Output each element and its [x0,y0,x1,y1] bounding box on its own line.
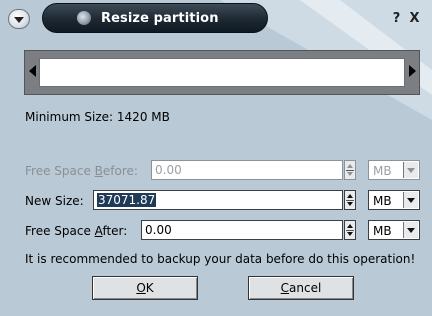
partition-slider[interactable] [24,50,420,95]
new-size-spinner[interactable] [344,190,356,210]
dialog-body: Minimum Size: 1420 MB Free Space Before:… [0,36,432,316]
free-space-after-label: Free Space After: [25,224,128,238]
spin-down-icon [347,172,353,176]
title-bar[interactable]: Resize partition ? X [0,0,432,36]
dropdown-arrow-icon [407,198,415,203]
spin-up-icon [347,194,353,198]
right-resize-handle-icon[interactable] [409,65,416,77]
partition-bar [39,58,405,87]
chevron-down-icon [14,17,24,23]
window-title: Resize partition [101,10,219,26]
new-size-unit-select[interactable]: MB [368,190,420,210]
new-size-value: 37071.87 [97,193,157,207]
new-size-input[interactable]: 37071.87 [93,190,343,210]
left-resize-handle-icon[interactable] [29,65,36,77]
free-space-before-unit-select[interactable]: MB [368,160,420,180]
spin-down-icon [347,202,353,206]
dropdown-arrow-icon [407,168,415,173]
spin-up-icon [347,224,353,228]
dropdown-arrow-icon [407,228,415,233]
ok-button[interactable]: OK [92,276,198,300]
spin-up-icon [347,164,353,168]
app-icon [77,11,91,25]
title-pill[interactable]: Resize partition [42,3,268,33]
new-size-label: New Size: [25,194,84,208]
minimum-size-label: Minimum Size: 1420 MB [25,110,170,124]
free-space-after-spinner[interactable] [344,220,356,240]
spin-down-icon [347,232,353,236]
window-menu-button[interactable] [8,9,30,29]
free-space-before-label: Free Space Before: [25,164,138,178]
help-button[interactable]: ? [388,11,405,28]
backup-warning: It is recommended to backup your data be… [25,252,416,266]
free-space-after-unit-select[interactable]: MB [368,220,420,240]
free-space-before-spinner[interactable] [344,160,356,180]
cancel-button[interactable]: Cancel [248,276,354,300]
free-space-before-input[interactable]: 0.00 [151,160,343,180]
free-space-after-input[interactable]: 0.00 [141,220,343,240]
close-button[interactable]: X [406,11,423,28]
